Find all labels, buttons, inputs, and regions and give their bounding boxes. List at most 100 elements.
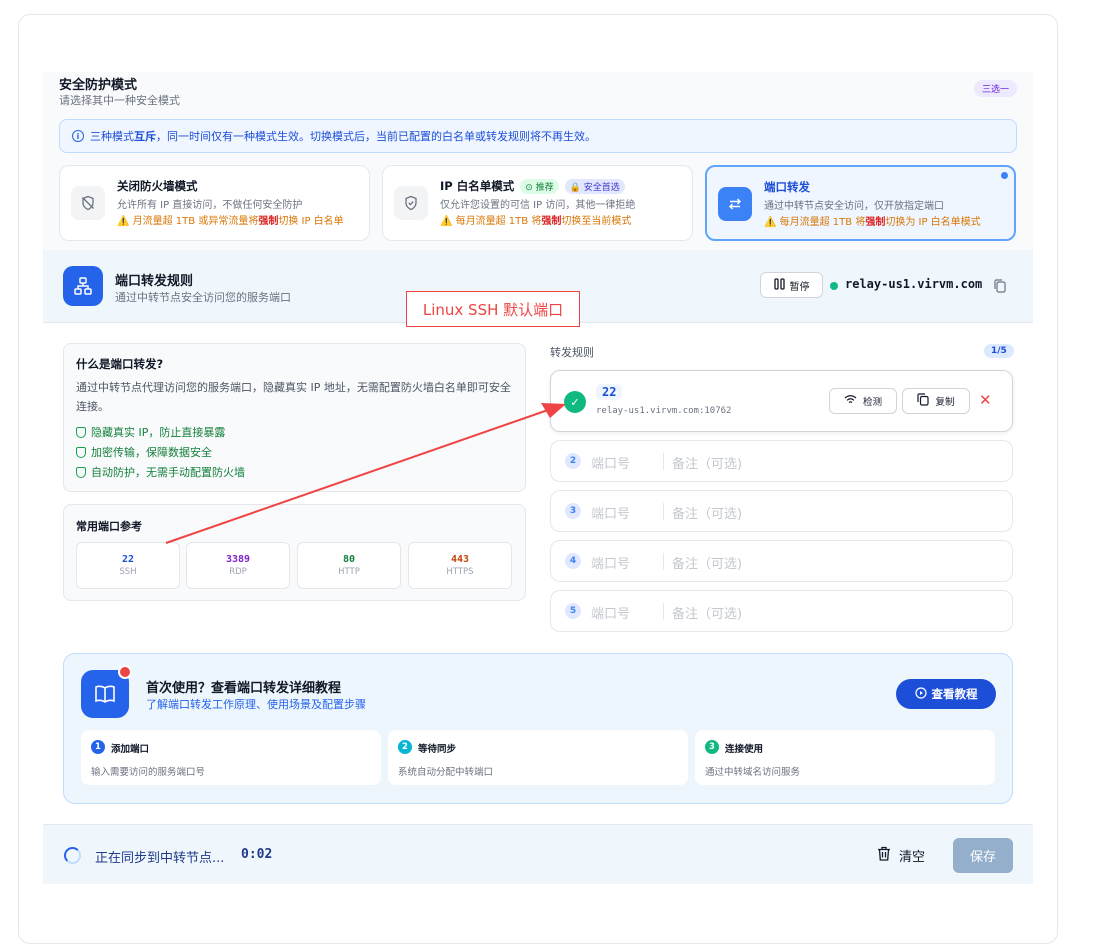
port-input[interactable]: 端口号 bbox=[591, 603, 630, 622]
footer-bar: 正在同步到中转节点... 0:02 清空 保存 bbox=[43, 824, 1033, 884]
recommend-tag: ⊙ 推荐 bbox=[520, 178, 559, 194]
step-title: 等待同步 bbox=[418, 744, 457, 755]
note-input[interactable]: 备注（可选) bbox=[672, 603, 742, 622]
mode-name: 关闭防火墙模式 bbox=[117, 179, 198, 193]
port-forward-title: 端口转发规则 bbox=[115, 274, 194, 289]
port-ref-rdp[interactable]: 3389 RDP bbox=[186, 542, 290, 589]
port-input[interactable]: 端口号 bbox=[591, 503, 630, 522]
rules-label: 转发规则 bbox=[550, 346, 594, 359]
divider bbox=[663, 453, 664, 470]
port-input[interactable]: 端口号 bbox=[591, 453, 630, 472]
port-ref-ssh[interactable]: 22 SSH bbox=[76, 542, 180, 589]
delete-icon[interactable]: ✕ bbox=[979, 391, 992, 409]
rule-relay-address: relay-us1.virvm.com:10762 bbox=[596, 406, 732, 416]
view-tutorial-button[interactable]: 查看教程 bbox=[896, 679, 996, 709]
content: 安全防护模式 请选择其中一种安全模式 三选一 i 三种模式互斥，同一时间仅有一种… bbox=[43, 72, 1033, 884]
rule-index: 5 bbox=[565, 603, 581, 619]
modes-subtitle: 请选择其中一种安全模式 bbox=[59, 94, 180, 107]
annotation-label: Linux SSH 默认端口 bbox=[406, 291, 580, 327]
pause-icon bbox=[773, 277, 785, 293]
tutorial-title: 首次使用？查看端口转发详细教程 bbox=[146, 681, 342, 696]
mode-card-firewall-off[interactable]: 关闭防火墙模式 允许所有 IP 直接访问，不做任何安全防护 ⚠️ 月流量超 1T… bbox=[59, 165, 370, 241]
port-ref-https[interactable]: 443 HTTPS bbox=[408, 542, 512, 589]
new-indicator-dot bbox=[118, 665, 132, 679]
copy-icon[interactable] bbox=[994, 278, 1006, 293]
detect-button[interactable]: 检测 bbox=[829, 388, 897, 414]
info-icon: i bbox=[72, 130, 84, 142]
feature-item: 加密传输，保障数据安全 bbox=[76, 444, 212, 460]
divider bbox=[663, 503, 664, 520]
rule-row-empty: 2 端口号 备注（可选) bbox=[550, 440, 1013, 482]
mode-warning: ⚠️ 每月流量超 1TB 将强制切换至当前模式 bbox=[440, 216, 632, 227]
tutorial-step: 2 等待同步 系统自动分配中转端口 bbox=[388, 730, 688, 785]
exclusive-notice: i 三种模式互斥，同一时间仅有一种模式生效。切换模式后，当前已配置的白名单或转发… bbox=[59, 119, 1017, 153]
secure-tag: 🔒 安全首选 bbox=[564, 178, 625, 194]
shield-check-icon bbox=[76, 466, 86, 478]
rule-index: 2 bbox=[565, 453, 581, 469]
common-ports-card: 常用端口参考 22 SSH 3389 RDP 80 HTTP 443 HTTPS bbox=[63, 504, 526, 601]
rule-index: 4 bbox=[565, 553, 581, 569]
mode-desc: 允许所有 IP 直接访问，不做任何安全防护 bbox=[117, 200, 303, 211]
port-forward-subtitle: 通过中转节点安全访问您的服务端口 bbox=[115, 291, 291, 304]
mode-card-port-forwarding[interactable]: 端口转发 通过中转节点安全访问，仅开放指定端口 ⚠️ 每月流量超 1TB 将强制… bbox=[705, 165, 1016, 241]
tutorial-step: 3 连接使用 通过中转域名访问服务 bbox=[695, 730, 995, 785]
save-button[interactable]: 保存 bbox=[953, 838, 1013, 873]
step-number: 3 bbox=[705, 740, 719, 754]
note-input[interactable]: 备注（可选) bbox=[672, 553, 742, 572]
copy-button[interactable]: 复制 bbox=[902, 388, 970, 414]
network-icon bbox=[63, 266, 103, 306]
check-icon: ✓ bbox=[564, 391, 586, 413]
shield-check-icon bbox=[394, 186, 428, 220]
rules-count-badge: 1/5 bbox=[984, 344, 1014, 358]
info-title: 什么是端口转发? bbox=[76, 357, 164, 371]
tutorial-card: 首次使用？查看端口转发详细教程 了解端口转发工作原理、使用场景及配置步骤 查看教… bbox=[63, 653, 1013, 804]
trash-icon bbox=[877, 846, 891, 865]
mode-desc: 通过中转节点安全访问，仅开放指定端口 bbox=[764, 201, 944, 212]
mode-desc: 仅允许您设置的可信 IP 访问，其他一律拒绝 bbox=[440, 200, 636, 211]
mode-name: IP 白名单模式 ⊙ 推荐 🔒 安全首选 bbox=[440, 178, 625, 194]
step-desc: 输入需要访问的服务端口号 bbox=[91, 767, 206, 778]
wifi-icon bbox=[844, 394, 857, 408]
feature-item: 自动防护，无需手动配置防火墙 bbox=[76, 464, 245, 480]
step-desc: 通过中转域名访问服务 bbox=[705, 767, 801, 778]
shield-check-icon bbox=[76, 426, 86, 438]
port-ref-http[interactable]: 80 HTTP bbox=[297, 542, 401, 589]
info-text: 通过中转节点代理访问您的服务端口，隐藏真实 IP 地址，无需配置防火墙白名单即可… bbox=[76, 381, 511, 413]
divider bbox=[663, 553, 664, 570]
common-ports-title: 常用端口参考 bbox=[76, 520, 142, 533]
shield-check-icon bbox=[76, 446, 86, 458]
mode-card-ip-whitelist[interactable]: IP 白名单模式 ⊙ 推荐 🔒 安全首选 仅允许您设置的可信 IP 访问，其他一… bbox=[382, 165, 693, 241]
copy-icon bbox=[917, 393, 930, 409]
security-modes-section: 安全防护模式 请选择其中一种安全模式 三选一 i 三种模式互斥，同一时间仅有一种… bbox=[43, 72, 1033, 250]
step-desc: 系统自动分配中转端口 bbox=[398, 767, 494, 778]
mode-warning: ⚠️ 每月流量超 1TB 将强制切换为 IP 白名单模式 bbox=[764, 217, 981, 228]
step-title: 添加端口 bbox=[111, 744, 150, 755]
selected-indicator bbox=[1001, 172, 1008, 179]
swap-arrows-icon bbox=[718, 187, 752, 221]
modes-title: 安全防护模式 bbox=[59, 78, 138, 93]
rule-index: 3 bbox=[565, 503, 581, 519]
mode-warning: ⚠️ 月流量超 1TB 或异常流量将强制切换 IP 白名单 bbox=[117, 216, 344, 227]
play-circle-icon bbox=[914, 686, 927, 702]
clear-button[interactable]: 清空 bbox=[877, 846, 925, 865]
pause-button[interactable]: 暂停 bbox=[760, 272, 823, 298]
tutorial-step: 1 添加端口 输入需要访问的服务端口号 bbox=[81, 730, 381, 785]
tutorial-subtitle: 了解端口转发工作原理、使用场景及配置步骤 bbox=[146, 698, 366, 711]
sync-timer: 0:02 bbox=[241, 847, 273, 862]
port-input[interactable]: 端口号 bbox=[591, 553, 630, 572]
relay-domain: relay-us1.virvm.com bbox=[845, 277, 983, 291]
online-status-dot bbox=[830, 282, 838, 290]
what-is-port-forwarding-card: 什么是端口转发? 通过中转节点代理访问您的服务端口，隐藏真实 IP 地址，无需配… bbox=[63, 343, 526, 492]
choose-one-badge: 三选一 bbox=[973, 80, 1017, 97]
note-input[interactable]: 备注（可选) bbox=[672, 453, 742, 472]
step-number: 1 bbox=[91, 740, 105, 754]
mode-name: 端口转发 bbox=[764, 180, 810, 194]
step-number: 2 bbox=[398, 740, 412, 754]
note-input[interactable]: 备注（可选) bbox=[672, 503, 742, 522]
shield-off-icon bbox=[71, 186, 105, 220]
rule-row: ✓ 22 relay-us1.virvm.com:10762 检测 复制 ✕ bbox=[550, 370, 1013, 432]
rule-port-value[interactable]: 22 bbox=[596, 384, 623, 400]
feature-item: 隐藏真实 IP，防止直接暴露 bbox=[76, 424, 225, 440]
rule-row-empty: 3 端口号 备注（可选) bbox=[550, 490, 1013, 532]
rule-row-empty: 5 端口号 备注（可选) bbox=[550, 590, 1013, 632]
